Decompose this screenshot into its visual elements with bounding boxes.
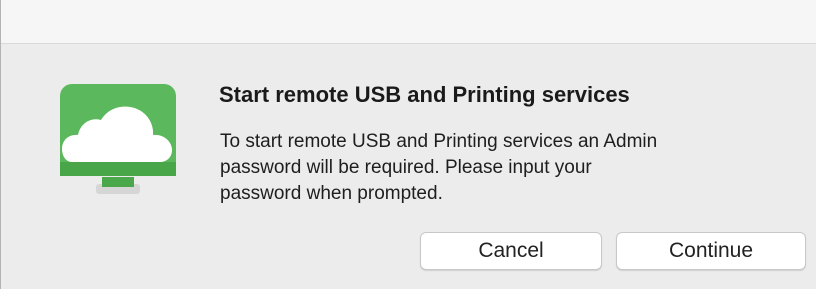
message-line: To start remote USB and Printing service… (220, 131, 658, 152)
dialog-message: To start remote USB and Printing service… (220, 129, 800, 207)
cloud-monitor-icon (58, 84, 178, 204)
dialog-title: Start remote USB and Printing services (219, 82, 630, 107)
window-top-area (0, 0, 816, 44)
message-line: password will be required. Please input … (220, 157, 592, 178)
alert-dialog: Start remote USB and Printing services T… (0, 44, 816, 289)
cancel-button[interactable]: Cancel (420, 232, 602, 270)
continue-button[interactable]: Continue (616, 232, 806, 270)
message-line: password when prompted. (220, 183, 443, 204)
